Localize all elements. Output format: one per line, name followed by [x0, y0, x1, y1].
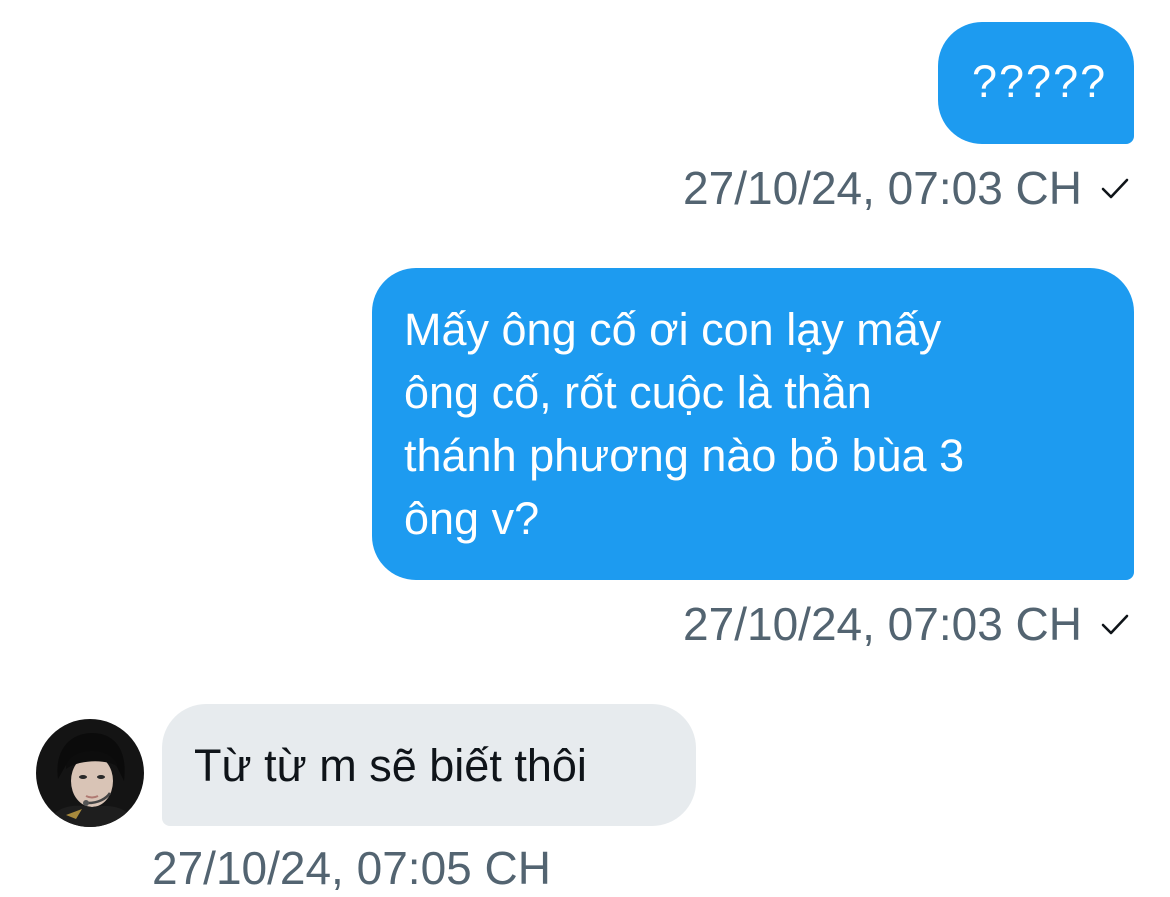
user-avatar[interactable] [36, 719, 144, 827]
message-text-line: ông cố, rốt cuộc là thần [404, 367, 872, 418]
message-text: ????? [972, 56, 1108, 107]
message-text-line: thánh phương nào bỏ bùa 3 [404, 430, 965, 481]
message-meta: 27/10/24, 07:05 CH [152, 840, 551, 896]
message-meta: 27/10/24, 07:03 CH [683, 596, 1132, 652]
outgoing-message-bubble[interactable]: ????? [938, 22, 1134, 144]
message-text-line: Mấy ông cố ơi con lạy mấy [404, 304, 942, 355]
message-text-line: ông v? [404, 493, 540, 544]
message-timestamp: 27/10/24, 07:05 CH [152, 842, 551, 894]
outgoing-message-bubble[interactable]: Mấy ông cố ơi con lạy mấy ông cố, rốt cu… [372, 268, 1134, 580]
checkmark-icon [1101, 614, 1129, 635]
message-text: Từ từ m sẽ biết thôi [194, 740, 587, 791]
avatar-photo [36, 719, 144, 827]
checkmark-icon [1101, 178, 1129, 199]
incoming-message-bubble[interactable]: Từ từ m sẽ biết thôi [162, 704, 696, 826]
message-timestamp: 27/10/24, 07:03 CH [683, 162, 1082, 214]
message-timestamp: 27/10/24, 07:03 CH [683, 598, 1082, 650]
message-meta: 27/10/24, 07:03 CH [683, 160, 1132, 216]
